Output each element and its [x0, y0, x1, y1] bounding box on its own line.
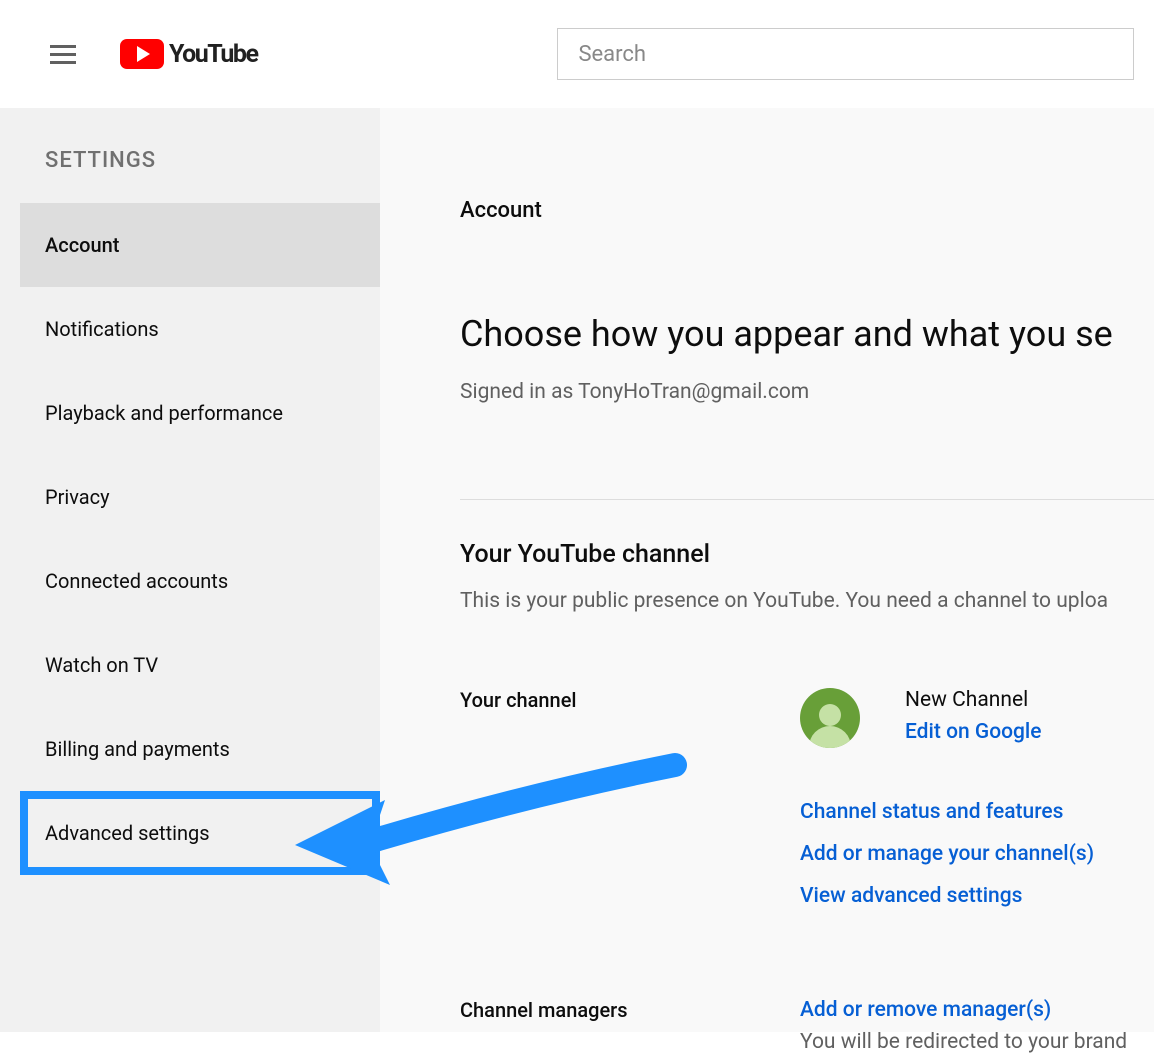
youtube-icon	[120, 39, 164, 69]
edit-on-google-link[interactable]: Edit on Google	[905, 720, 1042, 744]
managers-row: Channel managers Add or remove manager(s…	[460, 998, 1154, 1054]
sidebar-title: SETTINGS	[20, 108, 380, 203]
divider	[460, 499, 1154, 500]
channel-info: New Channel Edit on Google	[800, 688, 1042, 748]
sidebar-item-connected[interactable]: Connected accounts	[20, 539, 380, 623]
avatar	[800, 688, 860, 748]
sidebar-item-account[interactable]: Account	[20, 203, 380, 287]
channel-details: New Channel Edit on Google	[905, 688, 1042, 744]
content-wrapper: SETTINGS Account Notifications Playback …	[0, 108, 1154, 1032]
sidebar-item-billing[interactable]: Billing and payments	[20, 707, 380, 791]
sidebar-item-advanced[interactable]: Advanced settings	[20, 791, 380, 875]
add-remove-managers-link[interactable]: Add or remove manager(s)	[800, 998, 1127, 1022]
signed-in-text: Signed in as TonyHoTran@gmail.com	[460, 380, 1154, 404]
managers-right: Add or remove manager(s) You will be red…	[800, 998, 1127, 1054]
search-placeholder: Search	[578, 42, 646, 67]
sidebar-item-playback[interactable]: Playback and performance	[20, 371, 380, 455]
channel-section-desc: This is your public presence on YouTube.…	[460, 589, 1154, 613]
page-heading: Choose how you appear and what you se	[460, 313, 1154, 355]
your-channel-label: Your channel	[460, 688, 800, 748]
managers-desc: You will be redirected to your brand	[800, 1030, 1127, 1054]
sidebar-item-watch-tv[interactable]: Watch on TV	[20, 623, 380, 707]
view-advanced-link[interactable]: View advanced settings	[800, 884, 1154, 908]
channel-links: Channel status and features Add or manag…	[800, 800, 1154, 908]
sidebar-item-notifications[interactable]: Notifications	[20, 287, 380, 371]
youtube-logo-text: YouTube	[169, 40, 257, 69]
search-input[interactable]: Search	[557, 28, 1134, 80]
sidebar-item-privacy[interactable]: Privacy	[20, 455, 380, 539]
channel-section-title: Your YouTube channel	[460, 540, 1154, 569]
managers-label: Channel managers	[460, 998, 800, 1054]
channel-name: New Channel	[905, 688, 1042, 712]
youtube-logo[interactable]: YouTube	[120, 39, 257, 69]
sidebar: SETTINGS Account Notifications Playback …	[0, 108, 380, 1032]
channel-status-link[interactable]: Channel status and features	[800, 800, 1154, 824]
main-content: Account Choose how you appear and what y…	[380, 108, 1154, 1032]
your-channel-row: Your channel New Channel Edit on Google	[460, 688, 1154, 748]
hamburger-menu-icon[interactable]	[50, 34, 90, 74]
manage-channels-link[interactable]: Add or manage your channel(s)	[800, 842, 1154, 866]
section-label: Account	[460, 198, 1154, 223]
header: YouTube Search	[0, 0, 1154, 108]
